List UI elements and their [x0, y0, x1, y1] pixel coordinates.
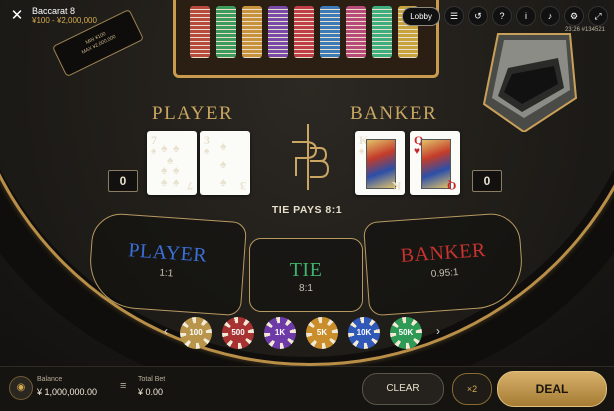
card-rank-bottom: 7 [187, 179, 193, 193]
banker-card-2: Q ♥ Q [410, 131, 460, 195]
game-title: Baccarat 8 [32, 6, 76, 16]
card-suit: ♠ [151, 146, 157, 157]
chip-5k[interactable]: 5K [306, 317, 338, 349]
close-icon[interactable]: ✕ [9, 8, 25, 24]
banker-bet-zone[interactable]: BANKER 0.95:1 [362, 211, 526, 317]
chip-value: 50K [396, 323, 416, 343]
game-limits: ¥100 - ¥2,000,000 [32, 16, 97, 25]
deal-button[interactable]: DEAL [497, 371, 607, 407]
banker-card-1: K ♠ K [355, 131, 405, 195]
chip-10k[interactable]: 10K [348, 317, 380, 349]
chip-value: 100 [186, 323, 206, 343]
round-info: 23:26 #134521 [564, 27, 605, 33]
tray-chip-stack [372, 6, 392, 58]
card-pip: ♠ [161, 175, 168, 189]
chip-50k[interactable]: 50K [390, 317, 422, 349]
settings-icon[interactable]: ⚙ [564, 6, 584, 26]
player-score: 0 [108, 170, 138, 192]
chip-value: 10K [354, 323, 374, 343]
chip-1k[interactable]: 1K [264, 317, 296, 349]
sound-icon[interactable]: ♪ [540, 6, 560, 26]
card-pip: ♠ [220, 175, 227, 189]
tray-chip-stack [190, 6, 210, 58]
card-pip: ♠ [173, 175, 180, 189]
tie-bet-label: TIE [289, 259, 323, 281]
tie-pays-text: TIE PAYS 8:1 [271, 204, 343, 216]
card-pip: ♠ [220, 139, 227, 153]
tray-chip-stack [268, 6, 288, 58]
tray-chip-stack [216, 6, 236, 58]
tray-chip-stack [242, 6, 262, 58]
card-pip: ♠ [173, 141, 180, 155]
chip-next-icon[interactable]: › [436, 324, 440, 338]
card-rank-bottom: Q [446, 179, 456, 193]
fullscreen-icon[interactable]: ⤢ [588, 6, 608, 26]
balance-value: ¥ 1,000,000.00 [37, 387, 98, 397]
chip-stack-icon: ≡ [120, 380, 127, 392]
menu-icon[interactable]: ☰ [444, 6, 464, 26]
history-icon[interactable]: ↺ [468, 6, 488, 26]
casino-logo-icon [292, 124, 330, 190]
balance-icon: ◉ [9, 376, 33, 400]
chip-value: 5K [312, 323, 332, 343]
tie-bet-payout: 8:1 [299, 283, 313, 294]
total-bet-label: Total Bet [138, 376, 166, 383]
chip-value: 1K [270, 323, 290, 343]
bottom-bar: ◉ Balance ¥ 1,000,000.00 ≡ Total Bet ¥ 0… [0, 366, 614, 411]
banker-score: 0 [472, 170, 502, 192]
card-suit: ♠ [204, 146, 210, 157]
tray-chip-stack [320, 6, 340, 58]
info-icon[interactable]: i [516, 6, 536, 26]
card-rank-bottom: 3 [240, 179, 246, 193]
player-bet-zone[interactable]: PLAYER 1:1 [86, 211, 248, 317]
card-suit: ♠ [359, 146, 365, 157]
tray-chip-stack [294, 6, 314, 58]
chip-value: 500 [228, 323, 248, 343]
help-icon[interactable]: ? [492, 6, 512, 26]
chip-prev-icon[interactable]: ‹ [164, 324, 168, 338]
card-rank-bottom: K [391, 179, 401, 193]
tie-bet-zone[interactable]: TIE 8:1 [249, 238, 363, 312]
card-pip: ♠ [220, 157, 227, 171]
player-hand-label: PLAYER [152, 103, 234, 124]
lobby-button[interactable]: Lobby [402, 6, 440, 26]
top-toolbar: Lobby ☰ ↺ ? i ♪ ⚙ ⤢ [402, 6, 608, 26]
game-table: MIN ¥100 MAX ¥2,000,000 PLAYER BANKER 0 … [0, 0, 614, 366]
chip-500[interactable]: 500 [222, 317, 254, 349]
banker-hand-label: BANKER [350, 103, 438, 124]
chip-tray [173, 0, 439, 78]
player-card-1: 7 ♠ ♠ ♠ ♠ ♠ ♠ ♠ ♠ 7 [147, 131, 197, 195]
clear-button[interactable]: CLEAR [362, 373, 444, 405]
chip-selector: ‹ › 100 500 1K 5K 10K 50K [160, 315, 450, 353]
double-button[interactable]: ×2 [452, 373, 492, 405]
tray-chip-stack [346, 6, 366, 58]
card-shoe [482, 33, 578, 132]
chip-100[interactable]: 100 [180, 317, 212, 349]
player-card-2: 3 ♠ ♠ ♠ ♠ 3 [200, 131, 250, 195]
card-suit: ♥ [414, 146, 420, 157]
balance-label: Balance [37, 376, 63, 383]
total-bet-value: ¥ 0.00 [138, 387, 164, 397]
